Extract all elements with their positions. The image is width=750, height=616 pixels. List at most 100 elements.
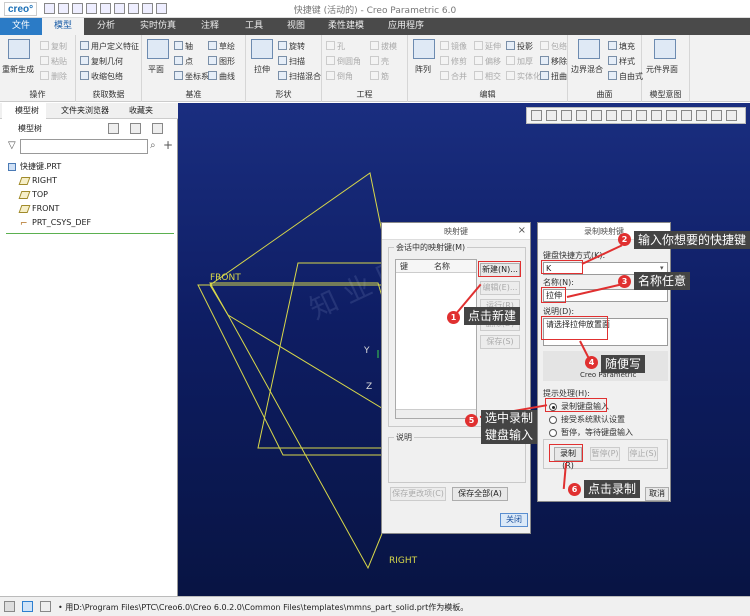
csys-icon (174, 71, 183, 80)
boundary-blend-icon[interactable] (578, 39, 600, 59)
tab-file[interactable]: 文件 (0, 18, 42, 35)
pause-button[interactable]: 暂停(P) (590, 447, 620, 461)
graph-button[interactable]: 图形 (219, 57, 235, 66)
paste-button[interactable]: 粘贴 (51, 57, 67, 66)
filter-icon[interactable]: ▽ (8, 140, 16, 151)
shell-icon (370, 56, 379, 65)
merge-button[interactable]: 合并 (451, 72, 467, 81)
freestyle-button[interactable]: 自由式 (619, 72, 643, 81)
tab-model[interactable]: 模型 (42, 18, 84, 35)
edit-mapkey-button[interactable]: 编辑(E)... (480, 281, 520, 295)
browser-icon[interactable] (22, 601, 33, 612)
shrinkwrap-button[interactable]: 收缩包络 (91, 72, 123, 81)
pause-keyboard-radio[interactable] (549, 429, 557, 437)
tab-model-tree[interactable]: 模型树 (2, 103, 46, 119)
style-button[interactable]: 样式 (619, 57, 635, 66)
fill-button[interactable]: 填充 (619, 42, 635, 51)
chevron-down-icon[interactable]: ▾ (660, 264, 664, 272)
twist-button[interactable]: 扭曲 (551, 72, 567, 81)
tab-favorites[interactable]: 收藏夹 (116, 103, 160, 119)
tree-root[interactable]: 快捷键.PRT (8, 161, 61, 173)
udf-button[interactable]: 用户定义特征 (91, 42, 139, 51)
copy-button[interactable]: 复制 (51, 42, 67, 51)
tab-flexible-modeling[interactable]: 柔性建模 (316, 18, 376, 35)
tab-tools[interactable]: 工具 (232, 18, 276, 35)
search-icon[interactable]: ⌕ (150, 140, 156, 151)
solidify-button[interactable]: 实体化 (517, 72, 541, 81)
plane-icon[interactable] (147, 39, 169, 59)
axis-button[interactable]: 轴 (185, 42, 193, 51)
stop-button[interactable]: 停止(S) (628, 447, 658, 461)
save-all-button[interactable]: 保存全部(A) (452, 487, 508, 501)
extend-icon (474, 41, 483, 50)
close-icon[interactable]: × (518, 225, 526, 236)
group-surfaces: 边界混合 填充 样式 自由式 曲面 (568, 35, 643, 102)
intersect-button[interactable]: 相交 (485, 72, 501, 81)
tab-analysis[interactable]: 分析 (84, 18, 128, 35)
extend-button[interactable]: 延伸 (485, 42, 501, 51)
mapkeys-list[interactable]: 键 名称 (395, 259, 477, 419)
horizontal-scrollbar[interactable] (396, 409, 476, 418)
tree-search-input[interactable] (20, 139, 148, 154)
swept-blend-button[interactable]: 扫描混合 (289, 72, 321, 81)
regenerate-icon[interactable] (8, 39, 30, 59)
copy-geometry-button[interactable]: 复制几何 (91, 57, 123, 66)
sketch-button[interactable]: 草绘 (219, 42, 235, 51)
merge-icon (440, 71, 449, 80)
close-button[interactable]: 关闭 (500, 513, 528, 527)
draft-button[interactable]: 拔模 (381, 42, 397, 51)
tree-item-front[interactable]: FRONT (18, 203, 59, 215)
toggle-panel-icon[interactable] (4, 601, 15, 612)
csys-button[interactable]: 坐标系 (185, 72, 209, 81)
group-label: 模型意图 (649, 90, 682, 99)
component-interface-button[interactable]: 元件界面 (646, 65, 678, 75)
plane-button[interactable]: 平面 (148, 65, 164, 75)
save-mapkey-button[interactable]: 保存(S) (480, 335, 520, 349)
tab-applications[interactable]: 应用程序 (376, 18, 436, 35)
chamfer-button[interactable]: 倒角 (337, 72, 353, 81)
component-interface-icon[interactable] (654, 39, 676, 59)
full-screen-icon[interactable] (40, 601, 51, 612)
tree-item-right[interactable]: RIGHT (18, 175, 57, 187)
tab-simulation[interactable]: 实时仿真 (128, 18, 188, 35)
curve-icon (208, 71, 217, 80)
tree-columns-icon[interactable] (130, 123, 141, 134)
offset-button[interactable]: 偏移 (485, 57, 501, 66)
tree-item-csys[interactable]: ⌐ PRT_CSYS_DEF (20, 217, 91, 229)
extrude-icon[interactable] (251, 39, 273, 59)
rib-button[interactable]: 筋 (381, 72, 389, 81)
point-button[interactable]: 点 (185, 57, 193, 66)
delete-button[interactable]: 删除 (51, 72, 67, 81)
tree-item-top[interactable]: TOP (18, 189, 48, 201)
revolve-button[interactable]: 旋转 (289, 42, 305, 51)
save-changed-button[interactable]: 保存更改项(C) (390, 487, 446, 501)
tab-folder-browser[interactable]: 文件夹浏览器 (48, 103, 112, 119)
sweep-button[interactable]: 扫描 (289, 57, 305, 66)
shell-button[interactable]: 壳 (381, 57, 389, 66)
wrap-button[interactable]: 包络 (551, 42, 567, 51)
title-bar: creo° 快捷键 (活动的) - Creo Parametric 6.0 (0, 0, 750, 18)
round-button[interactable]: 倒圆角 (337, 57, 361, 66)
trim-button[interactable]: 修剪 (451, 57, 467, 66)
pattern-button[interactable]: 阵列 (415, 65, 431, 75)
revolve-icon (278, 41, 287, 50)
accept-defaults-radio[interactable] (549, 416, 557, 424)
group-label: 曲面 (596, 90, 613, 99)
group-label: 操作 (29, 90, 46, 99)
mirror-button[interactable]: 镜像 (451, 42, 467, 51)
regenerate-button[interactable]: 重新生成 (2, 65, 34, 75)
pattern-icon[interactable] (413, 39, 435, 59)
extrude-button[interactable]: 拉伸 (254, 65, 270, 75)
project-button[interactable]: 投影 (517, 42, 533, 51)
show-icon[interactable] (152, 123, 163, 134)
tree-settings-icon[interactable] (108, 123, 119, 134)
add-icon[interactable]: + (163, 138, 173, 152)
curve-button[interactable]: 曲线 (219, 72, 235, 81)
tab-annotate[interactable]: 注释 (188, 18, 232, 35)
cancel-button[interactable]: 取消 (645, 487, 669, 501)
thicken-button[interactable]: 加厚 (517, 57, 533, 66)
hole-button[interactable]: 孔 (337, 42, 345, 51)
tab-view[interactable]: 视图 (276, 18, 316, 35)
remove-button[interactable]: 移除 (551, 57, 567, 66)
boundary-blend-button[interactable]: 边界混合 (571, 65, 603, 75)
